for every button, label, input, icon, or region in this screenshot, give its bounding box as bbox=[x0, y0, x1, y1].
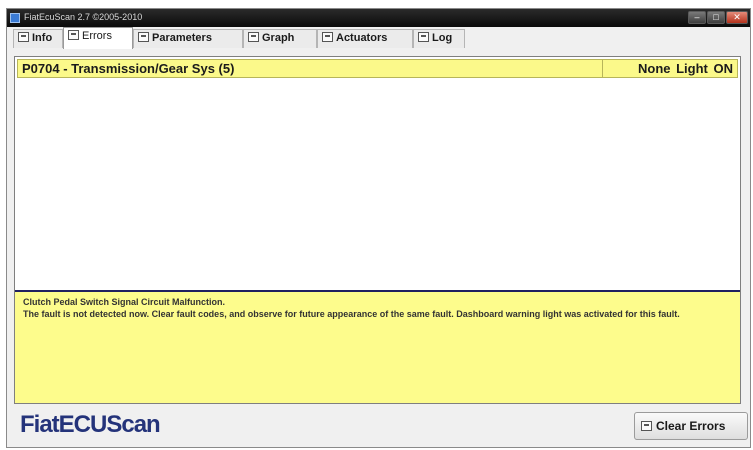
tab-label: Info bbox=[32, 32, 53, 44]
minimize-button[interactable]: – bbox=[688, 11, 706, 24]
brand-logo: FiatECUScan bbox=[20, 411, 161, 438]
window-title: FiatEcuScan 2.7 ©2005-2010 bbox=[24, 12, 143, 22]
tab-label: Graph bbox=[262, 32, 295, 44]
panel-icon bbox=[68, 30, 79, 40]
panel-icon bbox=[248, 32, 259, 42]
error-list[interactable]: P0704 - Transmission/Gear Sys (5) None L… bbox=[17, 59, 738, 289]
close-button[interactable]: ✕ bbox=[726, 11, 748, 24]
tab-label: Actuators bbox=[336, 32, 388, 44]
tab-label: Parameters bbox=[152, 32, 212, 44]
error-row[interactable]: P0704 - Transmission/Gear Sys (5) None L… bbox=[17, 59, 738, 78]
tab-label: Log bbox=[432, 32, 453, 44]
app-icon bbox=[10, 13, 20, 23]
tab-errors[interactable]: Errors bbox=[63, 27, 133, 49]
tab-label: Errors bbox=[82, 30, 112, 42]
tab-actuators[interactable]: Actuators bbox=[317, 29, 413, 48]
panel-icon bbox=[138, 32, 149, 42]
column-divider bbox=[602, 59, 603, 78]
errors-panel: P0704 - Transmission/Gear Sys (5) None L… bbox=[14, 56, 741, 404]
tab-log[interactable]: Log bbox=[413, 29, 465, 48]
panel-icon bbox=[18, 32, 29, 42]
tab-graph[interactable]: Graph bbox=[243, 29, 317, 48]
error-status: None Light ON bbox=[638, 61, 733, 76]
description-title: Clutch Pedal Switch Signal Circuit Malfu… bbox=[23, 297, 226, 307]
tab-parameters[interactable]: Parameters bbox=[133, 29, 243, 48]
tab-info[interactable]: Info bbox=[13, 29, 63, 48]
clear-errors-label: Clear Errors bbox=[656, 419, 726, 433]
maximize-button[interactable]: □ bbox=[707, 11, 725, 24]
panel-icon bbox=[641, 421, 652, 431]
panel-icon bbox=[322, 32, 333, 42]
error-description: Clutch Pedal Switch Signal Circuit Malfu… bbox=[15, 292, 740, 403]
title-bar[interactable]: FiatEcuScan 2.7 ©2005-2010 – □ ✕ bbox=[7, 9, 750, 27]
clear-errors-button[interactable]: Clear Errors bbox=[634, 412, 748, 440]
description-text: The fault is not detected now. Clear fau… bbox=[23, 309, 680, 319]
error-code-description: P0704 - Transmission/Gear Sys (5) bbox=[22, 61, 235, 76]
panel-icon bbox=[418, 32, 429, 42]
